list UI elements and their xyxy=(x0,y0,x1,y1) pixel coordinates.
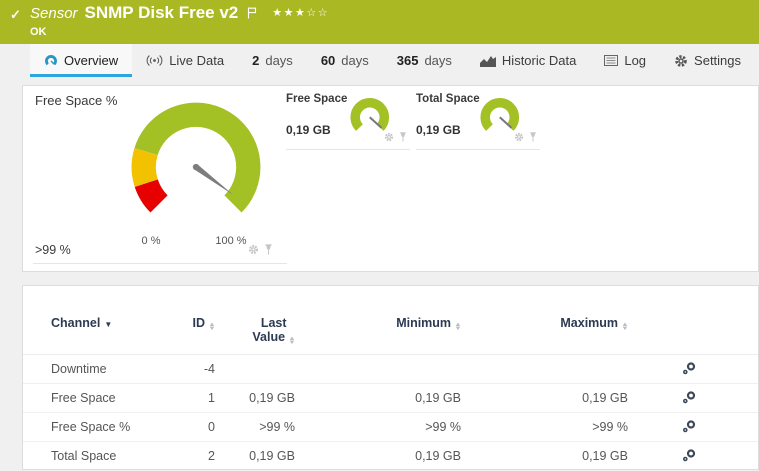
free-space-pct-gauge xyxy=(131,102,261,213)
table-row-downtime[interactable]: Downtime -4 xyxy=(23,355,758,384)
tab-live-data-label: Live Data xyxy=(169,53,225,68)
table-row-total-space[interactable]: Total Space 2 0,19 GB 0,19 GB 0,19 GB xyxy=(23,442,758,471)
gauge-icon xyxy=(44,54,58,68)
channel-minimum: 0,19 GB xyxy=(415,391,461,405)
channel-name: Total Space xyxy=(51,449,117,463)
area-chart-icon xyxy=(479,55,496,67)
log-list-icon xyxy=(604,55,619,66)
column-header-minimum[interactable]: Minimum ▲ ▼ xyxy=(295,316,462,332)
status-badge: OK xyxy=(30,26,47,38)
sort-icon: ▲ ▼ xyxy=(621,322,629,332)
tab-log[interactable]: Log xyxy=(590,44,660,77)
tab-historic-data[interactable]: Historic Data xyxy=(466,44,590,77)
tab-log-label: Log xyxy=(624,53,647,68)
channel-id: -4 xyxy=(203,362,215,376)
channel-settings-icon[interactable] xyxy=(628,448,758,465)
channel-name: Free Space % xyxy=(51,420,131,434)
gauge-settings-gear-icon[interactable] xyxy=(514,129,524,147)
tab-historic-data-label: Historic Data xyxy=(501,53,577,68)
table-row-free-space[interactable]: Free Space 1 0,19 GB 0,19 GB 0,19 GB xyxy=(23,384,758,413)
column-header-channel[interactable]: Channel ▼ xyxy=(51,316,191,332)
channel-last-value: >99 % xyxy=(259,420,295,434)
sort-icon: ▲ ▼ xyxy=(454,322,462,332)
channel-maximum: 0,19 GB xyxy=(582,391,628,405)
tab-overview-label: Overview xyxy=(64,53,119,68)
channel-table-header: Channel ▼ ID ▲ ▼ Last Value ▲ ▼ Minimum ▲ ▼ Maxi… xyxy=(23,286,758,355)
channel-maximum: 0,19 GB xyxy=(582,449,628,463)
column-header-maximum[interactable]: Maximum ▲ ▼ xyxy=(461,316,629,332)
tab-live-data[interactable]: Live Data xyxy=(132,44,238,77)
channel-minimum: >99 % xyxy=(425,420,461,434)
tab-365-days[interactable]: 365 days xyxy=(383,44,466,77)
tab-settings-label: Settings xyxy=(694,53,742,68)
column-header-id[interactable]: ID ▲ ▼ xyxy=(191,316,216,332)
channel-name: Free Space xyxy=(51,391,116,405)
channel-minimum: 0,19 GB xyxy=(415,449,461,463)
sort-icon: ▲ ▼ xyxy=(288,336,296,346)
priority-stars[interactable]: ★★★☆☆ xyxy=(272,6,329,19)
tab-settings[interactable]: Settings xyxy=(660,44,755,77)
column-header-last-value[interactable]: Last Value ▲ ▼ xyxy=(215,316,296,346)
gauge-settings-gear-icon[interactable] xyxy=(384,129,394,147)
sensor-tab-bar: Overview Live Data 2 days 60 days 365 da… xyxy=(0,44,759,77)
gauge-pin-icon[interactable] xyxy=(264,242,273,260)
gauge-title: Free Space % xyxy=(35,93,118,108)
gauge-needle xyxy=(194,164,234,195)
channel-last-value: 0,19 GB xyxy=(249,449,295,463)
tab-60-days-label: days xyxy=(341,53,369,68)
gauge-panel-free-space: Free Space 0,19 GB xyxy=(286,92,410,150)
flag-icon[interactable] xyxy=(247,6,257,24)
status-ok-check-icon: ✓ xyxy=(10,7,21,22)
channel-id: 0 xyxy=(208,420,215,434)
channel-id: 2 xyxy=(208,449,215,463)
channel-id: 1 xyxy=(208,391,215,405)
channel-maximum: >99 % xyxy=(592,420,628,434)
stars-empty[interactable]: ☆☆ xyxy=(306,7,329,19)
gauge-settings-gear-icon[interactable] xyxy=(248,242,259,260)
gauge-title: Free Space xyxy=(286,93,348,105)
sort-icon: ▲ ▼ xyxy=(208,322,216,332)
gauge-pin-icon[interactable] xyxy=(529,129,537,147)
gauge-panel-total-space: Total Space 0,19 GB xyxy=(416,92,540,150)
tab-60-days-number: 60 xyxy=(320,53,336,68)
sensor-name[interactable]: SNMP Disk Free v2 xyxy=(85,3,239,23)
gauge-value: 0,19 GB xyxy=(286,123,331,137)
gauge-scale-min: 0 % xyxy=(141,235,161,247)
tab-2-days-number: 2 xyxy=(252,53,260,68)
stars-filled[interactable]: ★★★ xyxy=(272,7,306,19)
tab-365-days-label: days xyxy=(424,53,452,68)
tab-60-days[interactable]: 60 days xyxy=(307,44,383,77)
gauge-value: 0,19 GB xyxy=(416,123,461,137)
channel-settings-icon[interactable] xyxy=(628,390,758,407)
channel-name: Downtime xyxy=(51,362,107,376)
sensor-title-line: Sensor SNMP Disk Free v2 ★★★☆☆ xyxy=(30,3,329,24)
object-kind-label: Sensor xyxy=(30,5,78,22)
tab-2-days[interactable]: 2 days xyxy=(238,44,307,77)
tab-overview[interactable]: Overview xyxy=(30,44,133,77)
channel-settings-icon[interactable] xyxy=(628,361,758,378)
channel-table-panel: Channel ▼ ID ▲ ▼ Last Value ▲ ▼ Minimum ▲ ▼ Maxi… xyxy=(22,285,759,471)
gauge-title: Total Space xyxy=(416,93,480,105)
tab-365-days-number: 365 xyxy=(396,53,419,68)
channel-settings-icon[interactable] xyxy=(628,419,758,436)
table-row-free-space-pct[interactable]: Free Space % 0 >99 % >99 % >99 % xyxy=(23,413,758,442)
channel-last-value: 0,19 GB xyxy=(249,391,295,405)
gauge-scale-max: 100 % xyxy=(215,235,247,247)
sort-desc-icon: ▼ xyxy=(104,320,113,329)
sensor-status-header: ✓ Sensor SNMP Disk Free v2 ★★★☆☆ OK xyxy=(0,0,759,44)
live-signal-icon xyxy=(146,54,163,67)
gauge-value: >99 % xyxy=(35,243,71,257)
gear-icon xyxy=(674,54,688,68)
tab-2-days-label: days xyxy=(265,53,293,68)
overview-gauges-panel: Free Space % 0 % 100 % >99 % Free Space … xyxy=(22,85,759,272)
gauge-pin-icon[interactable] xyxy=(399,129,407,147)
gauge-panel-free-space-pct: Free Space % 0 % 100 % >99 % xyxy=(33,91,287,264)
